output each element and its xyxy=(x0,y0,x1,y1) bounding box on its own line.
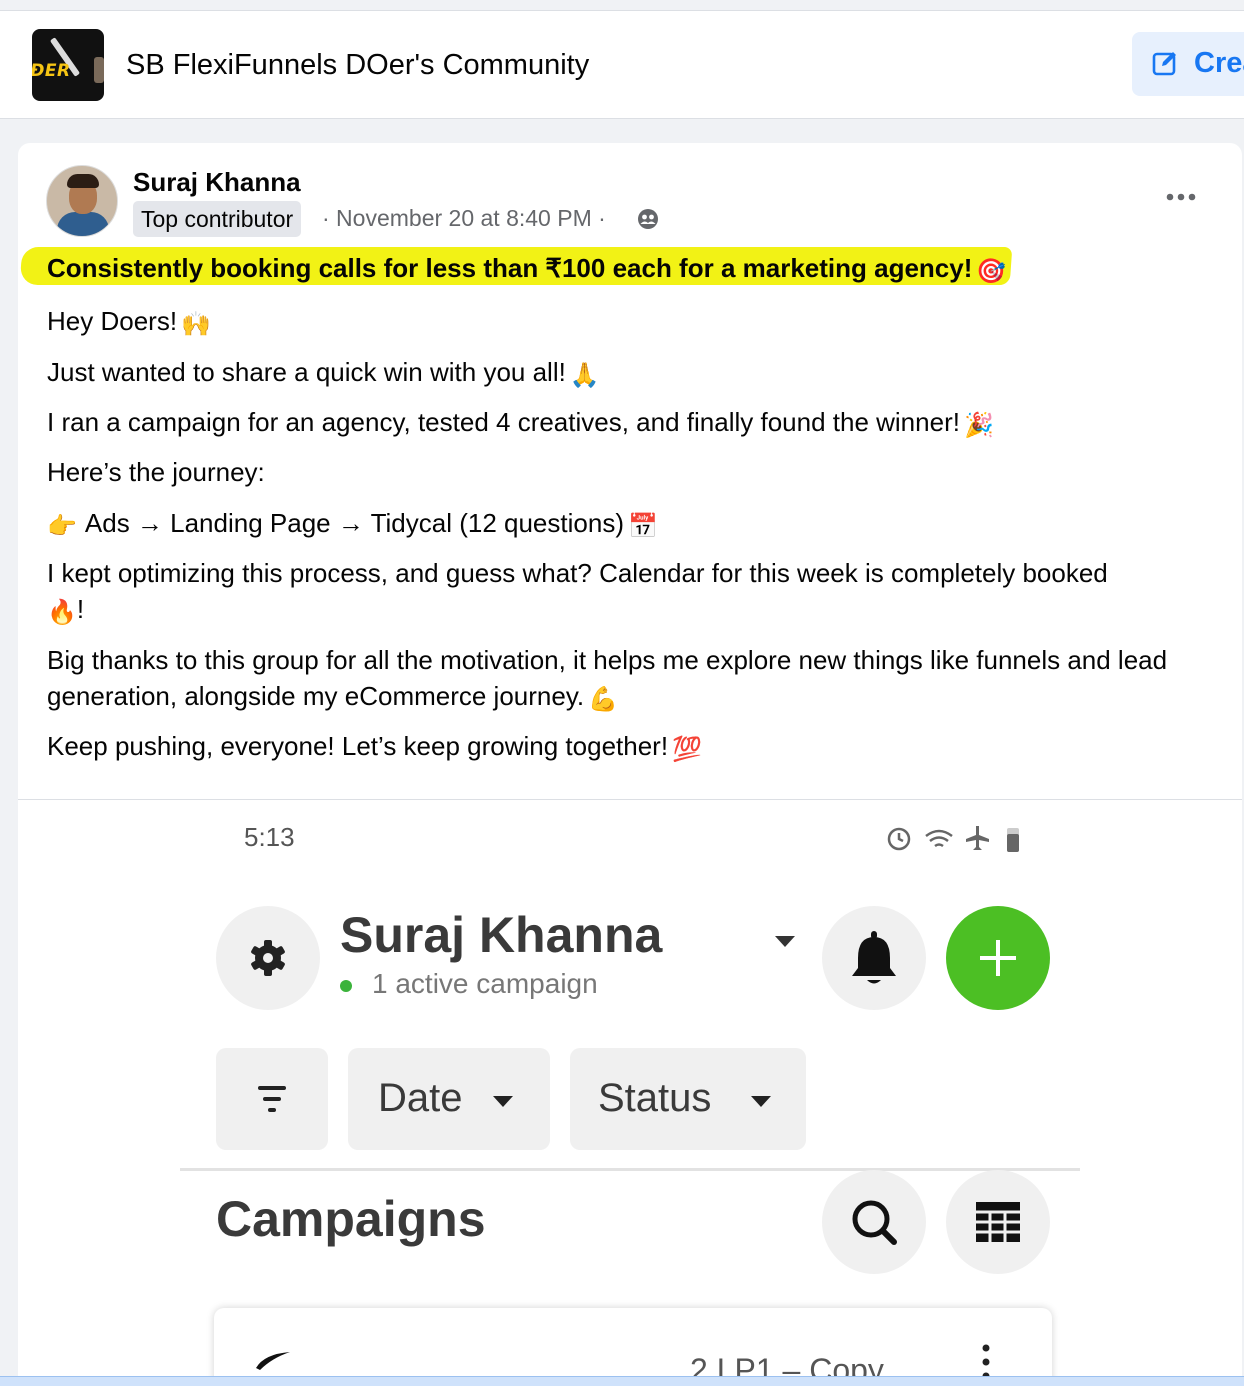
target-emoji: 🎯 xyxy=(976,257,1007,285)
avatar-hair xyxy=(67,174,99,188)
bottom-edge xyxy=(0,1376,1244,1386)
author-name[interactable]: Suraj Khanna xyxy=(133,167,301,198)
account-name[interactable]: Suraj Khanna xyxy=(340,906,662,964)
bell-icon xyxy=(852,931,896,984)
paragraph-journey: Here’s the journey: xyxy=(47,454,265,490)
settings-button[interactable] xyxy=(216,906,320,1010)
phone-status-icons xyxy=(887,826,1019,852)
gear-icon xyxy=(251,940,285,976)
table-icon xyxy=(976,1202,1020,1242)
paragraph-text: Hey Doers! xyxy=(47,306,178,336)
paragraph-text: I kept optimizing this process, and gues… xyxy=(47,558,1108,588)
paragraph-campaign: I ran a campaign for an agency, tested 4… xyxy=(47,404,994,443)
filter-icon xyxy=(258,1086,286,1112)
post-image-screenshot[interactable]: 5:13 Suraj Khanna 1 active campaign Date… xyxy=(18,800,1242,1386)
create-button-label: Crea xyxy=(1194,47,1244,79)
group-name[interactable]: SB FlexiFunnels DOer's Community xyxy=(126,49,589,82)
paragraph-keep-pushing: Keep pushing, everyone! Let’s keep growi… xyxy=(47,728,702,767)
section-divider xyxy=(180,1168,1080,1171)
group-logo[interactable]: ĐER xyxy=(32,29,104,101)
airplane-icon xyxy=(966,826,989,850)
flexed-biceps-emoji: 💪 xyxy=(588,685,619,713)
logo-text: ĐER xyxy=(32,61,71,81)
post-title: Consistently booking calls for less than… xyxy=(47,253,1006,285)
edit-icon xyxy=(1152,52,1176,76)
folded-hands-emoji: 🙏 xyxy=(569,361,600,389)
paragraph-text: I ran a campaign for an agency, tested 4… xyxy=(47,407,960,437)
date-filter-dropdown[interactable]: Date xyxy=(348,1048,550,1150)
campaign-row[interactable]: 2 LP1 – Copy xyxy=(214,1308,1052,1386)
search-icon xyxy=(852,1200,897,1245)
top-divider xyxy=(0,0,1244,11)
paragraph-text: Here’s the journey: xyxy=(47,457,265,487)
brand-swoosh-icon xyxy=(256,1352,290,1370)
status-filter-label: Status xyxy=(598,1076,712,1120)
top-contributor-badge[interactable]: Top contributor xyxy=(133,201,302,237)
paragraph-text: Just wanted to share a quick win with yo… xyxy=(47,357,566,387)
paragraph-thanks: Big thanks to this group for all the mot… xyxy=(47,642,1207,717)
paragraph-quick-win: Just wanted to share a quick win with yo… xyxy=(47,354,600,393)
raising-hands-emoji: 🙌 xyxy=(181,310,211,338)
fire-emoji: 🔥 xyxy=(47,598,77,626)
phone-clock: 5:13 xyxy=(244,822,295,852)
hundred-points-emoji: 💯 xyxy=(672,735,702,763)
battery-icon xyxy=(1007,828,1019,852)
pointing-hand-emoji: 👉 xyxy=(47,512,77,540)
status-filter-dropdown[interactable]: Status xyxy=(570,1048,806,1150)
avatar[interactable] xyxy=(46,165,118,237)
filter-button[interactable] xyxy=(216,1048,328,1150)
paragraph-greeting: Hey Doers! 🙌 xyxy=(47,303,211,342)
avatar-shirt xyxy=(57,212,109,236)
group-header: ĐER SB FlexiFunnels DOer's Community Cre… xyxy=(0,11,1244,119)
post-timestamp[interactable]: · November 20 at 8:40 PM · xyxy=(322,205,606,232)
campaigns-heading: Campaigns xyxy=(216,1191,486,1247)
chevron-down-icon xyxy=(751,1096,771,1107)
calendar-emoji: 📅 xyxy=(627,512,658,540)
active-campaign-count: 1 active campaign xyxy=(372,968,598,999)
chevron-down-icon[interactable] xyxy=(774,934,796,948)
create-campaign-button[interactable] xyxy=(946,906,1050,1010)
date-filter-label: Date xyxy=(378,1076,463,1120)
wifi-icon xyxy=(925,829,953,848)
active-status-dot xyxy=(340,980,352,992)
group-members-icon[interactable] xyxy=(637,208,659,230)
logo-person xyxy=(94,57,104,83)
post-title-text: Consistently booking calls for less than… xyxy=(47,253,973,283)
search-button[interactable] xyxy=(822,1170,926,1274)
notifications-button[interactable] xyxy=(822,906,926,1010)
more-options-icon[interactable] xyxy=(1164,183,1198,211)
create-post-button[interactable]: Crea xyxy=(1132,32,1244,96)
paragraph-funnel-steps: 👉 Ads → Landing Page → Tidycal (12 questi… xyxy=(47,505,658,544)
table-view-button[interactable] xyxy=(946,1170,1050,1274)
alarm-icon xyxy=(887,827,911,851)
post-card: Suraj Khanna Top contributor · November … xyxy=(18,143,1242,1386)
chevron-down-icon xyxy=(493,1096,513,1107)
party-popper-emoji: 🎉 xyxy=(963,411,994,439)
paragraph-text: Ads → Landing Page → Tidycal (12 questio… xyxy=(84,508,624,538)
paragraph-text-end: ! xyxy=(76,594,85,624)
plus-icon xyxy=(980,940,1016,976)
paragraph-text: Keep pushing, everyone! Let’s keep growi… xyxy=(47,731,669,761)
paragraph-optimizing: I kept optimizing this process, and gues… xyxy=(47,555,1207,630)
